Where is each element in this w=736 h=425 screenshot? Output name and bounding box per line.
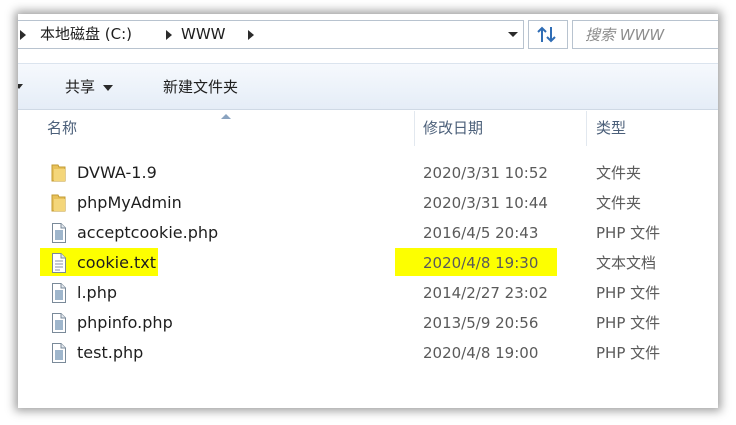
search-field[interactable] <box>572 20 718 49</box>
share-label: 共享 <box>65 78 96 96</box>
breadcrumb-root-arrow-icon[interactable] <box>20 30 26 40</box>
file-name: DVWA-1.9 <box>77 163 157 182</box>
file-row[interactable]: test.php 2020/4/8 19:00 PHP 文件 <box>18 338 718 368</box>
sort-ascending-icon <box>221 114 231 119</box>
file-type: PHP 文件 <box>596 284 661 302</box>
file-type: PHP 文件 <box>596 314 661 332</box>
file-row-highlighted[interactable]: cookie.txt 2020/4/8 19:30 文本文档 <box>18 248 718 278</box>
file-row[interactable]: phpinfo.php 2013/5/9 20:56 PHP 文件 <box>18 308 718 338</box>
file-type: PHP 文件 <box>596 344 661 362</box>
file-date-modified: 2020/4/8 19:00 <box>423 344 539 362</box>
new-folder-button[interactable]: 新建文件夹 <box>163 64 238 110</box>
folder-icon <box>51 164 66 182</box>
column-header-date-modified[interactable]: 修改日期 <box>423 111 483 146</box>
new-folder-label: 新建文件夹 <box>163 78 239 96</box>
file-row[interactable]: acceptcookie.php 2016/4/5 20:43 PHP 文件 <box>18 218 718 248</box>
file-row[interactable]: l.php 2014/2/27 23:02 PHP 文件 <box>18 278 718 308</box>
text-file-icon <box>52 253 66 273</box>
file-type: 文本文档 <box>596 254 657 272</box>
address-bar-row: 本地磁盘 (C:) WWW <box>18 14 718 58</box>
explorer-window: 本地磁盘 (C:) WWW 共享 新建文件夹 名称 修改日期 <box>18 14 718 408</box>
file-date-modified: 2020/4/8 19:30 <box>423 254 539 272</box>
file-type: 文件夹 <box>596 194 642 212</box>
file-name: l.php <box>77 283 117 302</box>
file-type: PHP 文件 <box>596 224 661 242</box>
file-row[interactable]: phpMyAdmin 2020/3/31 10:44 文件夹 <box>18 188 718 218</box>
command-toolbar: 共享 新建文件夹 <box>18 63 718 110</box>
refresh-arrows-icon <box>537 26 556 43</box>
folder-icon <box>51 194 66 212</box>
file-name: test.php <box>77 343 144 362</box>
breadcrumb-drive-c[interactable]: 本地磁盘 (C:) <box>40 21 132 48</box>
column-header-name[interactable]: 名称 <box>47 111 77 146</box>
file-date-modified: 2020/3/31 10:52 <box>423 164 548 182</box>
breadcrumb-separator-arrow-icon[interactable] <box>248 30 254 40</box>
file-type: 文件夹 <box>596 164 642 182</box>
column-header-row: 名称 修改日期 类型 <box>18 111 718 146</box>
breadcrumb-separator-arrow-icon[interactable] <box>166 30 172 40</box>
file-date-modified: 2013/5/9 20:56 <box>423 314 539 332</box>
php-file-icon <box>52 313 66 333</box>
column-divider[interactable] <box>414 111 415 146</box>
share-button[interactable]: 共享 <box>65 64 114 110</box>
refresh-button[interactable] <box>528 20 568 49</box>
file-name: phpMyAdmin <box>77 193 182 212</box>
column-divider[interactable] <box>586 111 587 146</box>
file-date-modified: 2014/2/27 23:02 <box>423 284 548 302</box>
php-file-icon <box>52 343 66 363</box>
file-name: phpinfo.php <box>77 313 173 332</box>
file-date-modified: 2020/3/31 10:44 <box>423 194 548 212</box>
column-header-type[interactable]: 类型 <box>596 111 626 146</box>
file-name: cookie.txt <box>77 253 157 272</box>
php-file-icon <box>52 223 66 243</box>
organize-dropdown-caret-icon[interactable] <box>18 84 23 89</box>
file-row[interactable]: DVWA-1.9 2020/3/31 10:52 文件夹 <box>18 158 718 188</box>
breadcrumb-www[interactable]: WWW <box>181 21 226 48</box>
search-input[interactable] <box>573 21 713 48</box>
php-file-icon <box>52 283 66 303</box>
file-name: acceptcookie.php <box>77 223 219 242</box>
address-bar[interactable]: 本地磁盘 (C:) WWW <box>18 20 524 49</box>
address-history-dropdown-icon[interactable] <box>503 21 523 48</box>
file-date-modified: 2016/4/5 20:43 <box>423 224 539 242</box>
share-dropdown-caret-icon <box>103 84 114 91</box>
